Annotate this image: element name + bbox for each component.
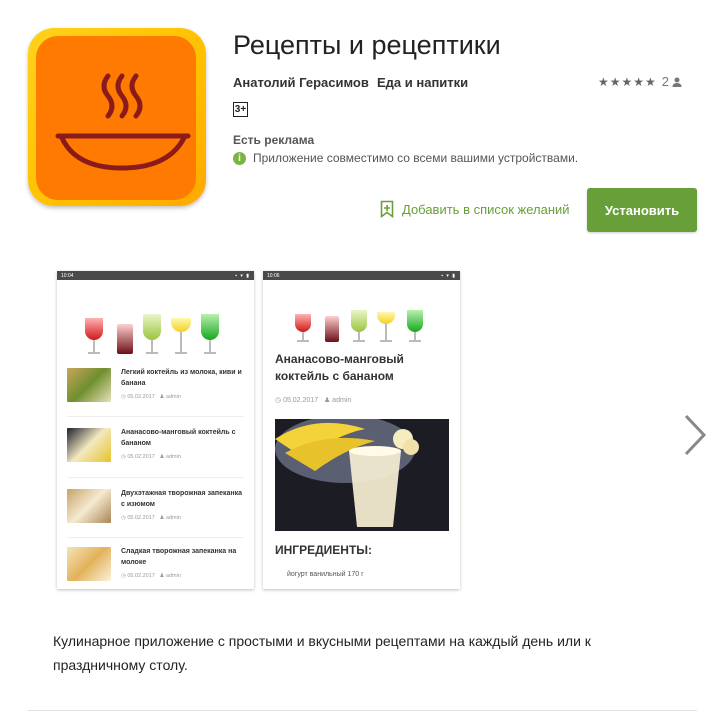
status-icons: ▪ ▾ ▮	[235, 272, 250, 279]
recipe-meta: ◷ 05.02.2017 ♟ admin	[121, 454, 181, 460]
developer-link[interactable]: Анатолий Герасимов	[233, 75, 369, 90]
phone-status-bar: 10:06 ▪ ▾ ▮	[263, 271, 460, 280]
chevron-right-icon	[684, 414, 707, 456]
age-rating-badge: 3+	[233, 102, 248, 117]
screenshot-2[interactable]: 10:06 ▪ ▾ ▮ Ананасово-манговый коктейль …	[263, 271, 460, 589]
recipe-thumbnail	[67, 368, 111, 402]
recipe-meta: ◷ 05.02.2017 ♟ admin	[121, 515, 181, 521]
list-item[interactable]: Ананасово-манговый коктейль с бананом ◷ …	[67, 428, 244, 462]
next-screenshot-button[interactable]	[680, 412, 710, 458]
status-time: 10:04	[61, 272, 74, 279]
person-icon	[672, 77, 682, 87]
cocktail-glass-yellow	[171, 318, 191, 354]
recipe-meta: ◷ 05.02.2017 ♟ admin	[121, 573, 181, 579]
cocktail-glass-green	[407, 310, 423, 342]
info-icon: i	[233, 151, 246, 165]
divider	[67, 416, 244, 417]
recipe-title: Сладкая творожная запеканка на молоке	[121, 548, 237, 566]
rating-stars: ★★★★★	[598, 74, 657, 89]
compatibility-notice: i Приложение совместимо со всеми вашими …	[233, 151, 578, 165]
wishlist-button[interactable]: Добавить в список желаний	[380, 200, 570, 218]
cocktail-glass-red	[295, 314, 311, 342]
app-description: Кулинарное приложение с простыми и вкусн…	[53, 633, 591, 673]
status-time: 10:06	[267, 272, 280, 279]
compatibility-text: Приложение совместимо со всеми вашими ус…	[253, 151, 579, 165]
recipe-thumbnail	[67, 428, 111, 462]
rating-summary: ★★★★★ 2	[598, 74, 683, 89]
category-link[interactable]: Еда и напитки	[377, 75, 468, 90]
recipe-title: Легкий коктейль из молока, киви и банана	[121, 369, 242, 387]
recipe-title: Двухэтажная творожная запеканка с изюмом	[121, 490, 243, 508]
cocktails-banner	[263, 280, 460, 348]
cocktail-glass-dark	[117, 324, 133, 354]
list-item[interactable]: Сладкая творожная запеканка на молоке ◷ …	[67, 547, 244, 581]
ingredient-line: йогурт ванильный 170 г	[287, 571, 364, 578]
ads-notice: Есть реклама	[233, 133, 315, 147]
cocktail-glass-red	[85, 318, 103, 354]
rating-count: 2	[661, 74, 670, 89]
article-photo	[275, 419, 449, 531]
wishlist-label: Добавить в список желаний	[402, 201, 570, 217]
divider	[67, 477, 244, 478]
divider	[67, 537, 244, 538]
app-title: Рецепты и рецептики	[233, 30, 501, 60]
article-meta: ◷ 05.02.2017 ♟ admin	[275, 397, 352, 404]
recipe-meta: ◷ 05.02.2017 ♟ admin	[121, 394, 181, 400]
recipe-thumbnail	[67, 489, 111, 523]
app-icon-background	[36, 36, 196, 200]
cocktail-glass-kiwi	[351, 310, 367, 342]
cocktail-glass-yellow	[377, 312, 395, 342]
cocktail-glass-green	[201, 314, 219, 354]
phone-status-bar: 10:04 ▪ ▾ ▮	[57, 271, 254, 280]
recipe-title: Ананасово-манговый коктейль с бананом	[121, 429, 236, 447]
install-button[interactable]: Установить	[587, 188, 697, 232]
app-details-card: Рецепты и рецептики Анатолий Герасимов Е…	[0, 0, 725, 726]
article-title: Ананасово-манговый коктейль с бананом	[275, 352, 404, 384]
app-icon	[28, 28, 206, 206]
steaming-bowl-icon	[55, 73, 191, 171]
status-icons: ▪ ▾ ▮	[441, 272, 456, 279]
banana-smoothie-illustration	[275, 419, 449, 531]
list-item[interactable]: Двухэтажная творожная запеканка с изюмом…	[67, 489, 244, 523]
ingredients-heading: ИНГРЕДИЕНТЫ:	[275, 543, 373, 557]
cocktail-glass-kiwi	[143, 314, 161, 354]
recipe-thumbnail	[67, 547, 111, 581]
screenshot-1[interactable]: 10:04 ▪ ▾ ▮ Легкий коктейль из молока, к…	[57, 271, 254, 589]
cocktails-banner	[57, 280, 254, 360]
list-item[interactable]: Легкий коктейль из молока, киви и банана…	[67, 368, 244, 402]
cocktail-glass-dark	[325, 316, 339, 342]
section-divider	[28, 710, 697, 711]
bookmark-add-icon	[380, 200, 394, 218]
